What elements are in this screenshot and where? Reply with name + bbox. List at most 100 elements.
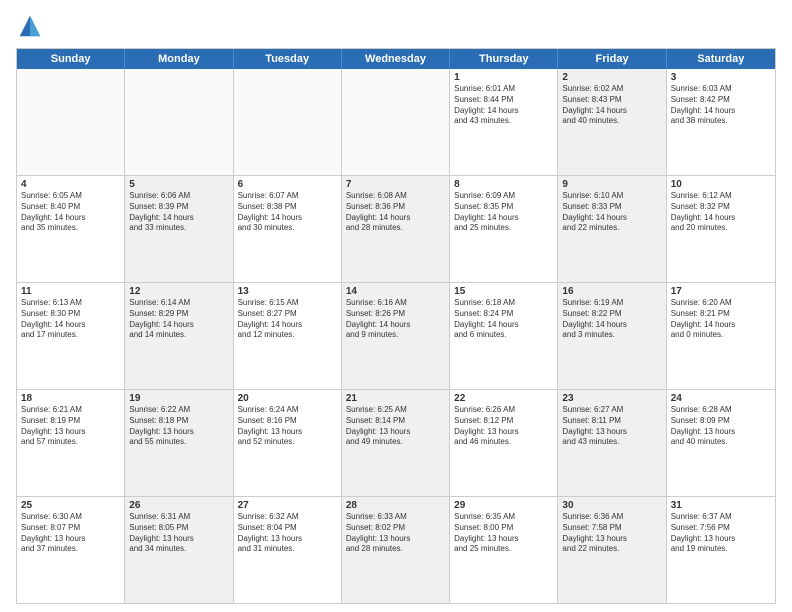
cell-details: Sunrise: 6:33 AM Sunset: 8:02 PM Dayligh… (346, 512, 445, 555)
day-number: 23 (562, 393, 661, 404)
calendar-cell: 14Sunrise: 6:16 AM Sunset: 8:26 PM Dayli… (342, 283, 450, 389)
calendar-cell: 21Sunrise: 6:25 AM Sunset: 8:14 PM Dayli… (342, 390, 450, 496)
day-number: 28 (346, 500, 445, 511)
cell-details: Sunrise: 6:14 AM Sunset: 8:29 PM Dayligh… (129, 298, 228, 341)
cell-details: Sunrise: 6:19 AM Sunset: 8:22 PM Dayligh… (562, 298, 661, 341)
calendar-row: 18Sunrise: 6:21 AM Sunset: 8:19 PM Dayli… (17, 390, 775, 497)
day-number: 25 (21, 500, 120, 511)
calendar-cell: 7Sunrise: 6:08 AM Sunset: 8:36 PM Daylig… (342, 176, 450, 282)
day-number: 17 (671, 286, 771, 297)
calendar-cell: 28Sunrise: 6:33 AM Sunset: 8:02 PM Dayli… (342, 497, 450, 603)
cell-details: Sunrise: 6:08 AM Sunset: 8:36 PM Dayligh… (346, 191, 445, 234)
day-number: 24 (671, 393, 771, 404)
day-number: 26 (129, 500, 228, 511)
calendar-cell: 25Sunrise: 6:30 AM Sunset: 8:07 PM Dayli… (17, 497, 125, 603)
calendar-cell: 18Sunrise: 6:21 AM Sunset: 8:19 PM Dayli… (17, 390, 125, 496)
cell-details: Sunrise: 6:24 AM Sunset: 8:16 PM Dayligh… (238, 405, 337, 448)
day-number: 5 (129, 179, 228, 190)
weekday-header: Monday (125, 49, 233, 69)
cell-details: Sunrise: 6:32 AM Sunset: 8:04 PM Dayligh… (238, 512, 337, 555)
cell-details: Sunrise: 6:12 AM Sunset: 8:32 PM Dayligh… (671, 191, 771, 234)
cell-details: Sunrise: 6:28 AM Sunset: 8:09 PM Dayligh… (671, 405, 771, 448)
calendar: SundayMondayTuesdayWednesdayThursdayFrid… (16, 48, 776, 604)
day-number: 31 (671, 500, 771, 511)
cell-details: Sunrise: 6:16 AM Sunset: 8:26 PM Dayligh… (346, 298, 445, 341)
day-number: 30 (562, 500, 661, 511)
calendar-cell (125, 69, 233, 175)
cell-details: Sunrise: 6:31 AM Sunset: 8:05 PM Dayligh… (129, 512, 228, 555)
cell-details: Sunrise: 6:26 AM Sunset: 8:12 PM Dayligh… (454, 405, 553, 448)
logo (16, 12, 48, 40)
cell-details: Sunrise: 6:09 AM Sunset: 8:35 PM Dayligh… (454, 191, 553, 234)
calendar-cell: 6Sunrise: 6:07 AM Sunset: 8:38 PM Daylig… (234, 176, 342, 282)
calendar-cell (17, 69, 125, 175)
day-number: 15 (454, 286, 553, 297)
day-number: 6 (238, 179, 337, 190)
cell-details: Sunrise: 6:06 AM Sunset: 8:39 PM Dayligh… (129, 191, 228, 234)
cell-details: Sunrise: 6:10 AM Sunset: 8:33 PM Dayligh… (562, 191, 661, 234)
calendar-cell: 22Sunrise: 6:26 AM Sunset: 8:12 PM Dayli… (450, 390, 558, 496)
calendar-cell: 31Sunrise: 6:37 AM Sunset: 7:56 PM Dayli… (667, 497, 775, 603)
day-number: 10 (671, 179, 771, 190)
day-number: 19 (129, 393, 228, 404)
calendar-header: SundayMondayTuesdayWednesdayThursdayFrid… (17, 49, 775, 69)
cell-details: Sunrise: 6:27 AM Sunset: 8:11 PM Dayligh… (562, 405, 661, 448)
cell-details: Sunrise: 6:15 AM Sunset: 8:27 PM Dayligh… (238, 298, 337, 341)
calendar-cell (342, 69, 450, 175)
day-number: 3 (671, 72, 771, 83)
day-number: 27 (238, 500, 337, 511)
calendar-cell: 10Sunrise: 6:12 AM Sunset: 8:32 PM Dayli… (667, 176, 775, 282)
calendar-row: 11Sunrise: 6:13 AM Sunset: 8:30 PM Dayli… (17, 283, 775, 390)
calendar-cell: 20Sunrise: 6:24 AM Sunset: 8:16 PM Dayli… (234, 390, 342, 496)
calendar-cell: 1Sunrise: 6:01 AM Sunset: 8:44 PM Daylig… (450, 69, 558, 175)
cell-details: Sunrise: 6:30 AM Sunset: 8:07 PM Dayligh… (21, 512, 120, 555)
calendar-cell: 3Sunrise: 6:03 AM Sunset: 8:42 PM Daylig… (667, 69, 775, 175)
day-number: 22 (454, 393, 553, 404)
calendar-row: 4Sunrise: 6:05 AM Sunset: 8:40 PM Daylig… (17, 176, 775, 283)
weekday-header: Sunday (17, 49, 125, 69)
weekday-header: Saturday (667, 49, 775, 69)
calendar-row: 1Sunrise: 6:01 AM Sunset: 8:44 PM Daylig… (17, 69, 775, 176)
day-number: 21 (346, 393, 445, 404)
weekday-header: Wednesday (342, 49, 450, 69)
day-number: 4 (21, 179, 120, 190)
calendar-cell: 2Sunrise: 6:02 AM Sunset: 8:43 PM Daylig… (558, 69, 666, 175)
calendar-row: 25Sunrise: 6:30 AM Sunset: 8:07 PM Dayli… (17, 497, 775, 603)
cell-details: Sunrise: 6:25 AM Sunset: 8:14 PM Dayligh… (346, 405, 445, 448)
calendar-cell: 8Sunrise: 6:09 AM Sunset: 8:35 PM Daylig… (450, 176, 558, 282)
page: SundayMondayTuesdayWednesdayThursdayFrid… (0, 0, 792, 612)
day-number: 14 (346, 286, 445, 297)
calendar-cell: 29Sunrise: 6:35 AM Sunset: 8:00 PM Dayli… (450, 497, 558, 603)
calendar-cell: 27Sunrise: 6:32 AM Sunset: 8:04 PM Dayli… (234, 497, 342, 603)
weekday-header: Friday (558, 49, 666, 69)
day-number: 7 (346, 179, 445, 190)
calendar-cell: 16Sunrise: 6:19 AM Sunset: 8:22 PM Dayli… (558, 283, 666, 389)
calendar-cell: 9Sunrise: 6:10 AM Sunset: 8:33 PM Daylig… (558, 176, 666, 282)
cell-details: Sunrise: 6:35 AM Sunset: 8:00 PM Dayligh… (454, 512, 553, 555)
day-number: 29 (454, 500, 553, 511)
day-number: 9 (562, 179, 661, 190)
cell-details: Sunrise: 6:20 AM Sunset: 8:21 PM Dayligh… (671, 298, 771, 341)
calendar-cell: 30Sunrise: 6:36 AM Sunset: 7:58 PM Dayli… (558, 497, 666, 603)
day-number: 8 (454, 179, 553, 190)
calendar-cell: 13Sunrise: 6:15 AM Sunset: 8:27 PM Dayli… (234, 283, 342, 389)
weekday-header: Tuesday (234, 49, 342, 69)
calendar-cell: 5Sunrise: 6:06 AM Sunset: 8:39 PM Daylig… (125, 176, 233, 282)
day-number: 12 (129, 286, 228, 297)
calendar-cell: 4Sunrise: 6:05 AM Sunset: 8:40 PM Daylig… (17, 176, 125, 282)
day-number: 18 (21, 393, 120, 404)
cell-details: Sunrise: 6:03 AM Sunset: 8:42 PM Dayligh… (671, 84, 771, 127)
day-number: 2 (562, 72, 661, 83)
cell-details: Sunrise: 6:22 AM Sunset: 8:18 PM Dayligh… (129, 405, 228, 448)
calendar-cell: 26Sunrise: 6:31 AM Sunset: 8:05 PM Dayli… (125, 497, 233, 603)
cell-details: Sunrise: 6:01 AM Sunset: 8:44 PM Dayligh… (454, 84, 553, 127)
calendar-cell (234, 69, 342, 175)
logo-icon (16, 12, 44, 40)
cell-details: Sunrise: 6:21 AM Sunset: 8:19 PM Dayligh… (21, 405, 120, 448)
cell-details: Sunrise: 6:37 AM Sunset: 7:56 PM Dayligh… (671, 512, 771, 555)
day-number: 13 (238, 286, 337, 297)
cell-details: Sunrise: 6:07 AM Sunset: 8:38 PM Dayligh… (238, 191, 337, 234)
calendar-cell: 19Sunrise: 6:22 AM Sunset: 8:18 PM Dayli… (125, 390, 233, 496)
calendar-body: 1Sunrise: 6:01 AM Sunset: 8:44 PM Daylig… (17, 69, 775, 603)
calendar-cell: 11Sunrise: 6:13 AM Sunset: 8:30 PM Dayli… (17, 283, 125, 389)
